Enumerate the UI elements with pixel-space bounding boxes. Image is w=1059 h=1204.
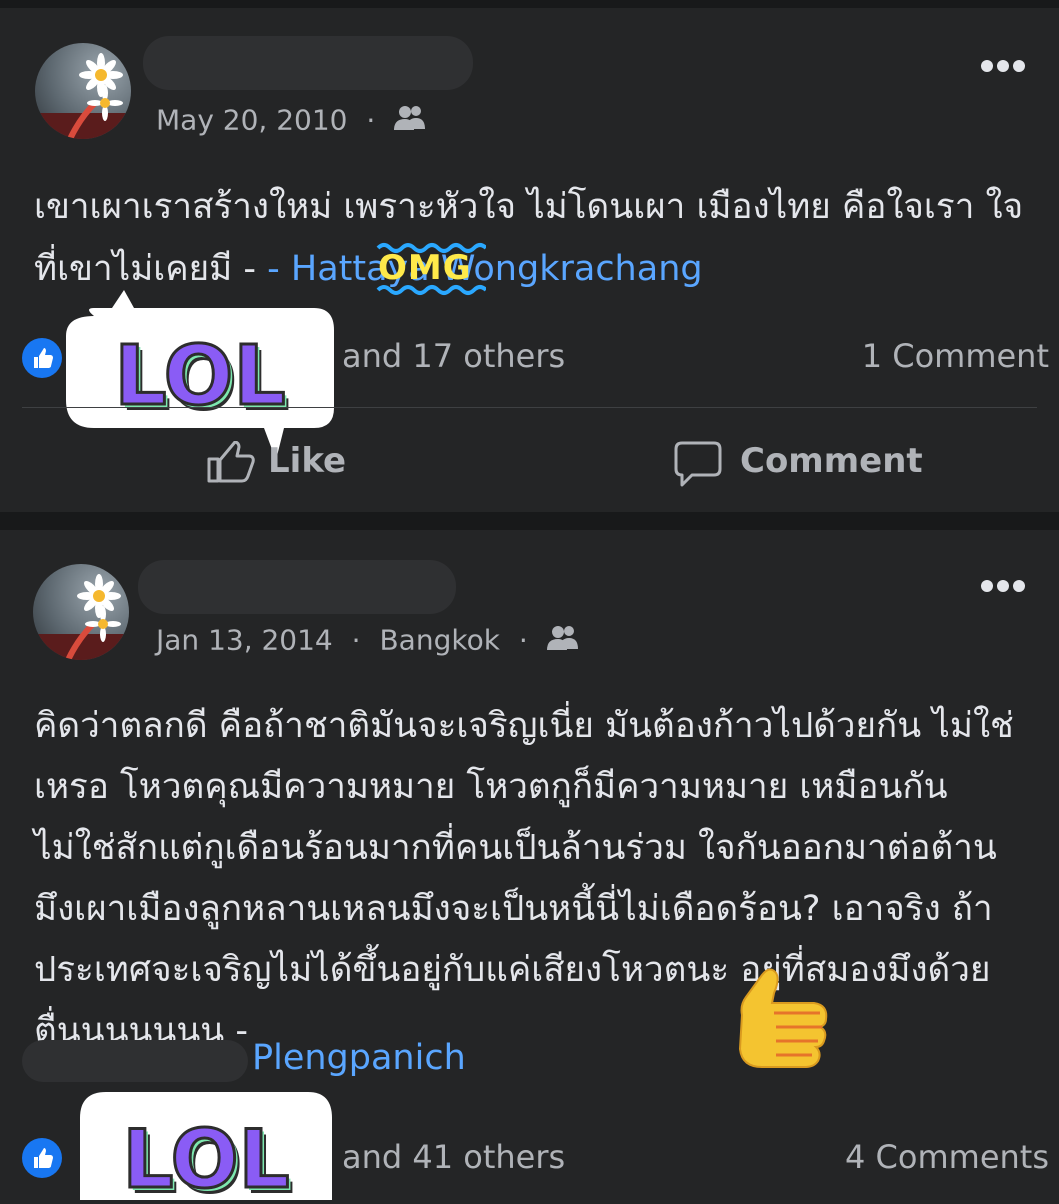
avatar[interactable] bbox=[35, 43, 131, 139]
separator-dot: · bbox=[366, 103, 376, 137]
post-separator bbox=[0, 512, 1059, 530]
post-date[interactable]: Jan 13, 2014 bbox=[156, 624, 333, 657]
author-name-redacted[interactable] bbox=[138, 560, 456, 614]
comment-bubble-icon bbox=[674, 441, 722, 491]
lol-sticker-text: LOL bbox=[114, 329, 285, 424]
more-icon[interactable] bbox=[980, 578, 1026, 592]
post-divider bbox=[22, 407, 1037, 408]
post-meta: Jan 13, 2014 · Bangkok · bbox=[156, 622, 581, 658]
omg-sticker-text: OMG bbox=[378, 248, 472, 288]
avatar-daisy-image bbox=[33, 574, 129, 660]
author-name-redacted[interactable] bbox=[143, 36, 473, 90]
lol-sticker: LOL LOL LOL bbox=[78, 1092, 334, 1204]
comment-button[interactable]: Comment bbox=[674, 437, 923, 487]
comment-count[interactable]: 1 Comment bbox=[862, 337, 1049, 375]
post-location[interactable]: Bangkok bbox=[379, 624, 499, 657]
top-separator bbox=[0, 0, 1059, 8]
more-icon[interactable] bbox=[980, 58, 1026, 72]
lol-sticker-text: LOL bbox=[122, 1113, 289, 1200]
separator-dot: · bbox=[518, 623, 528, 657]
post-text-author-link[interactable]: Plengpanich bbox=[252, 1038, 466, 1078]
thumbs-up-icon bbox=[206, 440, 258, 487]
reaction-count[interactable]: and 41 others bbox=[342, 1138, 565, 1176]
separator-dot: · bbox=[351, 623, 361, 657]
like-reaction-icon[interactable] bbox=[22, 338, 62, 378]
thumbs-up-emoji bbox=[732, 965, 832, 1075]
redacted-author-name bbox=[22, 1040, 248, 1082]
like-button-label: Like bbox=[268, 441, 347, 481]
post-meta: May 20, 2010 · bbox=[156, 102, 428, 138]
avatar-daisy-image bbox=[35, 53, 131, 139]
post-text-main: คิดว่าตลกดี คือถ้าชาติมันจะเจริญเนี่ย มั… bbox=[34, 706, 1014, 1051]
comment-button-label: Comment bbox=[740, 441, 923, 481]
comment-count[interactable]: 4 Comments bbox=[845, 1138, 1049, 1176]
friends-icon bbox=[546, 625, 581, 658]
post-text: คิดว่าตลกดี คือถ้าชาติมันจะเจริญเนี่ย มั… bbox=[34, 696, 1034, 1062]
omg-sticker: OMG bbox=[376, 238, 486, 300]
friends-icon bbox=[394, 105, 428, 138]
like-reaction-icon[interactable] bbox=[22, 1138, 62, 1178]
post-date[interactable]: May 20, 2010 bbox=[156, 104, 347, 137]
like-button[interactable]: Like bbox=[206, 437, 406, 487]
reaction-count[interactable]: and 17 others bbox=[342, 337, 565, 375]
avatar[interactable] bbox=[33, 564, 129, 660]
